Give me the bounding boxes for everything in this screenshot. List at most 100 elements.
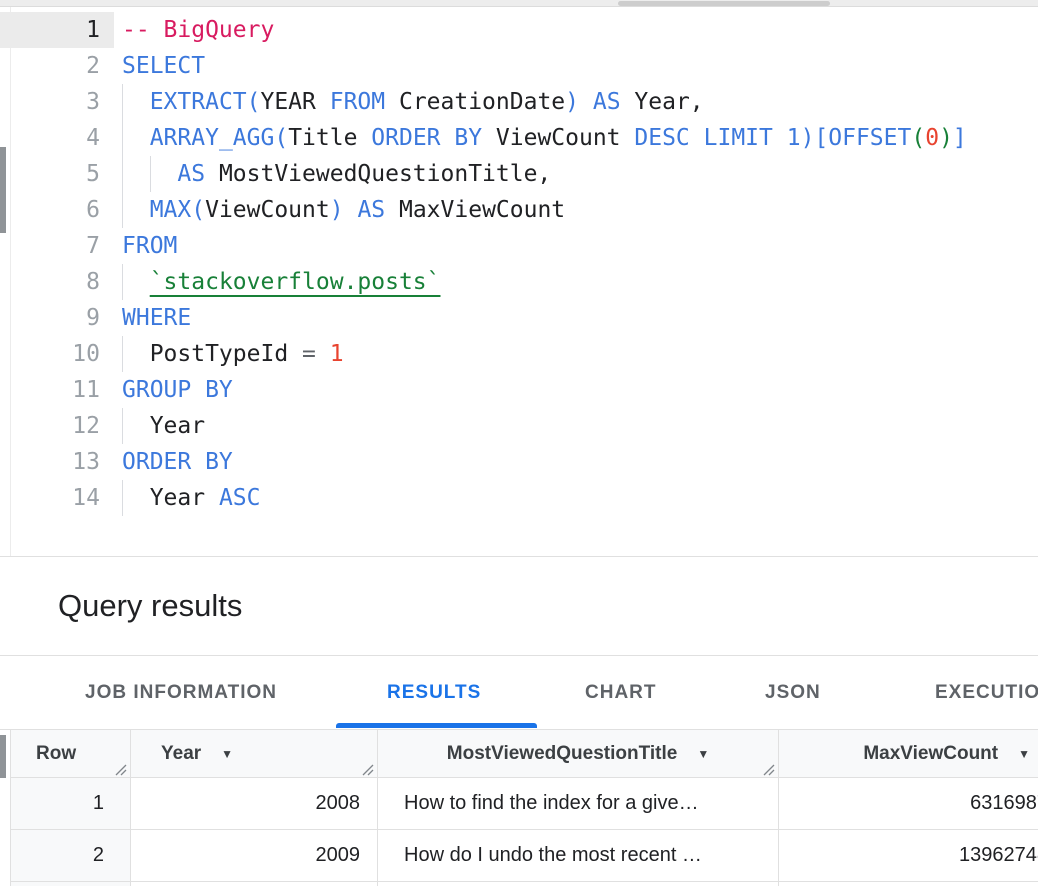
- code-token: 1: [330, 341, 344, 367]
- code-token: ASC: [219, 485, 261, 511]
- code-line-14[interactable]: 14 Year ASC: [0, 480, 1038, 516]
- code-token: DESC LIMIT 1: [634, 125, 800, 151]
- column-resize-icon[interactable]: [761, 760, 775, 774]
- column-header-mostviewedquestiontitle[interactable]: MostViewedQuestionTitle ▼: [378, 730, 779, 777]
- line-number: 8: [0, 264, 114, 300]
- code-line-2[interactable]: 2SELECT: [0, 48, 1038, 84]
- code-token: ViewCount: [482, 125, 634, 151]
- column-menu-arrow-icon[interactable]: ▼: [697, 747, 709, 761]
- code-token: [579, 89, 593, 115]
- code-lines: 1 -- BigQuery 2SELECT3 EXTRACT(YEAR FROM C…: [0, 12, 1038, 516]
- code-token: FROM: [122, 233, 177, 259]
- tab-json[interactable]: JSON: [765, 656, 821, 729]
- query-results-header: Query results: [0, 557, 1038, 656]
- code-token: CreationDate: [385, 89, 565, 115]
- code-line-8[interactable]: 8 `stackoverflow.posts`: [0, 264, 1038, 300]
- code-token: Year,: [621, 89, 704, 115]
- column-header-label: MaxViewCount: [863, 743, 998, 765]
- code-token: Year: [122, 413, 205, 439]
- code-token: AS: [177, 161, 205, 187]
- code-token: MAX(: [150, 197, 205, 223]
- code-token: [316, 341, 330, 367]
- row-number-cell: 1: [11, 778, 131, 829]
- column-menu-arrow-icon[interactable]: ▼: [221, 747, 233, 761]
- code-line-9[interactable]: 9WHERE: [0, 300, 1038, 336]
- line-number: 5: [0, 156, 114, 192]
- code-line-6[interactable]: 6 MAX(ViewCount) AS MaxViewCount: [0, 192, 1038, 228]
- code-token: (: [911, 125, 925, 151]
- code-token: ): [565, 89, 579, 115]
- left-edge-scroll-fragment: [0, 147, 6, 233]
- code-token: [122, 269, 150, 295]
- code-text: WHERE: [114, 300, 1038, 336]
- code-text: `stackoverflow.posts`: [114, 264, 1038, 300]
- indent-guide: [122, 192, 123, 228]
- table-row-stub: [11, 882, 1038, 886]
- code-text: MAX(ViewCount) AS MaxViewCount: [114, 192, 1038, 228]
- horizontal-scrollbar-thumb[interactable]: [618, 1, 830, 6]
- code-line-10[interactable]: 10 PostTypeId = 1: [0, 336, 1038, 372]
- code-text: SELECT: [114, 48, 1038, 84]
- code-token: PostTypeId: [122, 341, 302, 367]
- table-header-row: RowYear▼MostViewedQuestionTitle▼MaxViewC…: [11, 730, 1038, 778]
- table-reference-link[interactable]: `stackoverflow.posts`: [150, 269, 441, 295]
- indent-guide: [122, 120, 123, 156]
- code-token: -- BigQuery: [122, 17, 274, 43]
- tab-results[interactable]: RESULTS: [387, 656, 481, 729]
- column-header-year[interactable]: Year▼: [131, 730, 378, 777]
- row-number-cell: [11, 882, 131, 886]
- code-token: ARRAY_AGG(: [150, 125, 288, 151]
- row-number-cell: 2: [11, 830, 131, 881]
- query-results-title: Query results: [58, 588, 242, 624]
- code-token: MostViewedQuestionTitle,: [205, 161, 551, 187]
- column-header-row[interactable]: Row: [11, 730, 131, 777]
- indent-guide: [122, 264, 123, 300]
- code-text: EXTRACT(YEAR FROM CreationDate) AS Year,: [114, 84, 1038, 120]
- data-cell: [779, 882, 1038, 886]
- code-token: GROUP BY: [122, 377, 233, 403]
- table-row: 12008How to find the index for a give…63…: [11, 778, 1038, 830]
- column-header-maxviewcount[interactable]: MaxViewCount ▼: [779, 730, 1038, 777]
- column-resize-icon[interactable]: [360, 760, 374, 774]
- line-number: 4: [0, 120, 114, 156]
- data-cell: 2008: [131, 778, 378, 829]
- line-number: 1: [0, 12, 114, 48]
- tab-chart[interactable]: CHART: [585, 656, 657, 729]
- indent-guide: [122, 84, 123, 120]
- code-line-12[interactable]: 12 Year: [0, 408, 1038, 444]
- code-line-5[interactable]: 5 AS MostViewedQuestionTitle,: [0, 156, 1038, 192]
- code-token: [122, 89, 150, 115]
- line-number: 11: [0, 372, 114, 408]
- code-token: ): [939, 125, 953, 151]
- code-line-7[interactable]: 7FROM: [0, 228, 1038, 264]
- code-line-11[interactable]: 11 GROUP BY: [0, 372, 1038, 408]
- code-line-13[interactable]: 13ORDER BY: [0, 444, 1038, 480]
- code-token: 0: [925, 125, 939, 151]
- line-number: 3: [0, 84, 114, 120]
- code-token: [122, 197, 150, 223]
- code-line-3[interactable]: 3 EXTRACT(YEAR FROM CreationDate) AS Yea…: [0, 84, 1038, 120]
- line-number: 12: [0, 408, 114, 444]
- indent-guide: [122, 336, 123, 372]
- code-token: MaxViewCount: [385, 197, 565, 223]
- tab-execution-details[interactable]: EXECUTION DETAILS: [935, 656, 1038, 729]
- code-token: WHERE: [122, 305, 191, 331]
- data-cell: [378, 882, 779, 886]
- data-cell: How do I undo the most recent …: [378, 830, 779, 881]
- code-token: AS: [357, 197, 385, 223]
- code-token: YEAR: [260, 89, 329, 115]
- column-resize-icon[interactable]: [113, 760, 127, 774]
- tab-job-information[interactable]: JOB INFORMATION: [85, 656, 277, 729]
- code-text: -- BigQuery: [114, 12, 1038, 48]
- column-menu-arrow-icon[interactable]: ▼: [1018, 747, 1030, 761]
- code-text: ARRAY_AGG(Title ORDER BY ViewCount DESC …: [114, 120, 1038, 156]
- sql-editor[interactable]: 1 -- BigQuery 2SELECT3 EXTRACT(YEAR FROM C…: [0, 7, 1038, 557]
- horizontal-scrollbar[interactable]: [0, 0, 1038, 7]
- code-line-1[interactable]: 1 -- BigQuery: [0, 12, 1038, 48]
- indent-guide: [122, 480, 123, 516]
- column-header-label: Row: [36, 743, 76, 765]
- code-text: GROUP BY: [114, 372, 1038, 408]
- left-edge-scroll-fragment: [0, 735, 6, 778]
- code-line-4[interactable]: 4 ARRAY_AGG(Title ORDER BY ViewCount DES…: [0, 120, 1038, 156]
- column-header-label: MostViewedQuestionTitle: [447, 743, 678, 765]
